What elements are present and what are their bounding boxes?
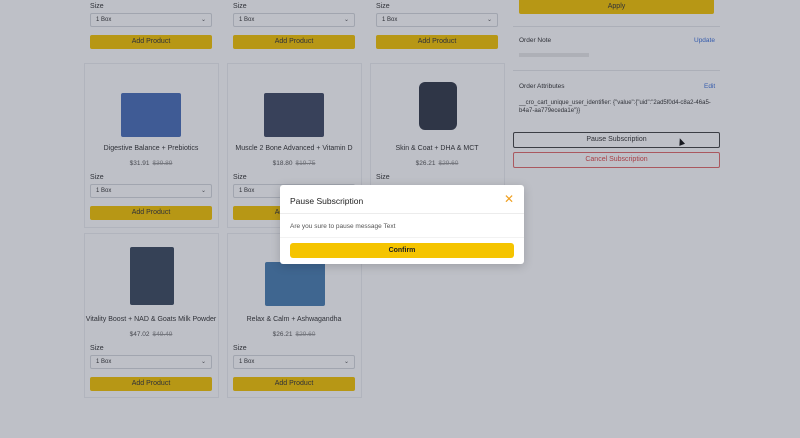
- close-icon[interactable]: ✕: [504, 193, 514, 205]
- modal-divider: [280, 237, 524, 238]
- modal-title: Pause Subscription: [290, 196, 364, 206]
- pause-subscription-modal: Pause Subscription ✕ Are you sure to pau…: [280, 185, 524, 264]
- modal-message: Are you sure to pause message Text: [290, 223, 396, 230]
- confirm-button[interactable]: Confirm: [290, 243, 514, 258]
- modal-divider: [280, 213, 524, 214]
